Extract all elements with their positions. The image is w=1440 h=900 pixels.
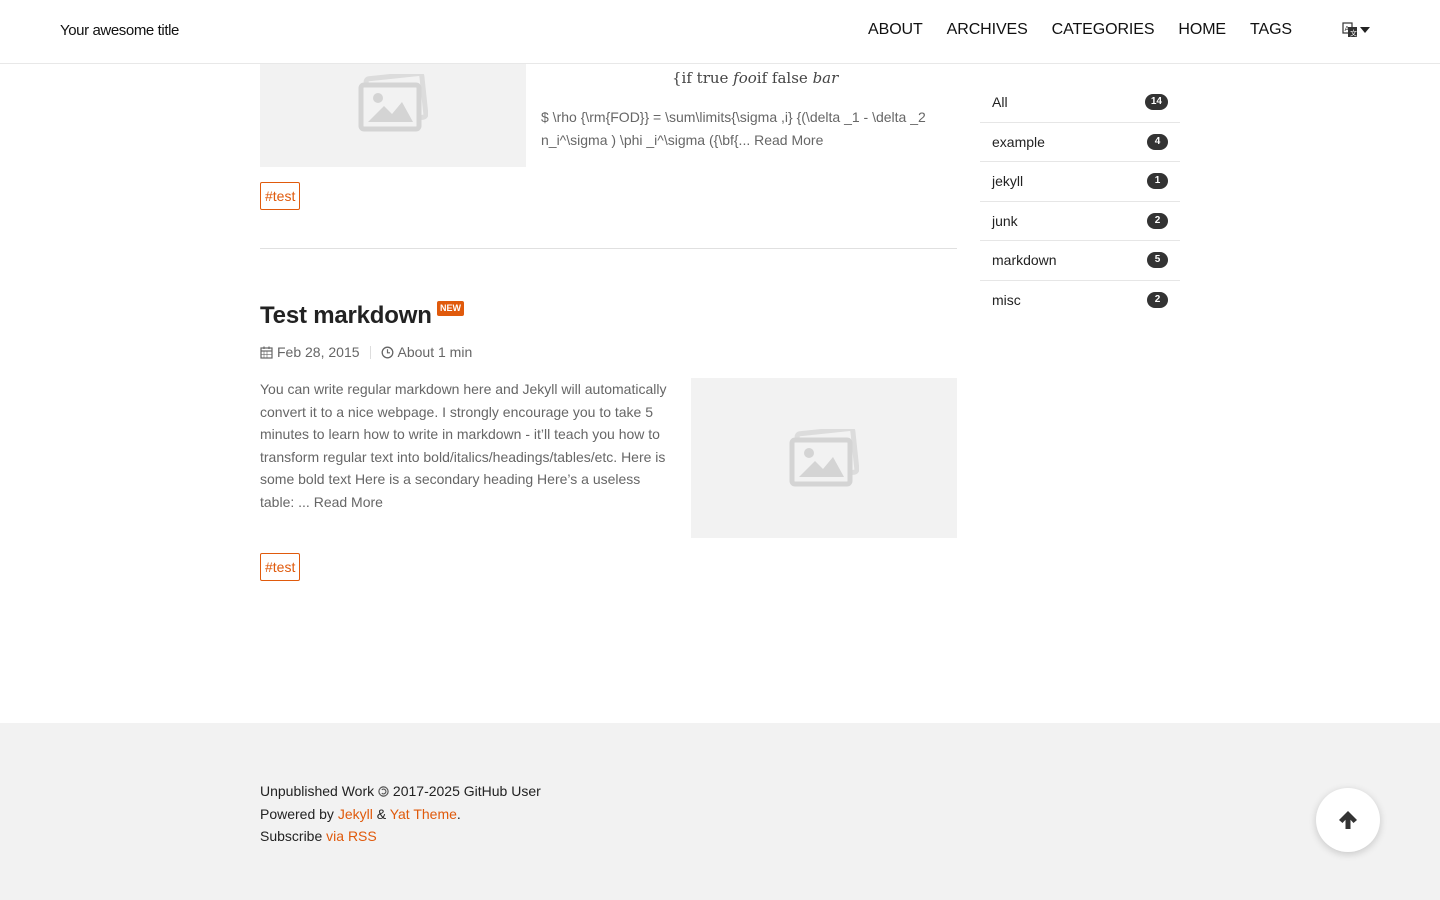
category-item-jekyll[interactable]: jekyll 1 <box>980 162 1180 202</box>
category-item-all[interactable]: All 14 <box>980 83 1180 123</box>
category-item-markdown[interactable]: markdown 5 <box>980 241 1180 281</box>
post-date: Feb 28, 2015 <box>277 344 360 360</box>
translate-icon: A 文 <box>1342 22 1357 38</box>
site-footer: Unpublished Work 2017-2025 GitHub User P… <box>0 723 1440 900</box>
powered-by-line: Powered by Jekyll & Yat Theme. <box>260 805 461 822</box>
category-name: jekyll <box>992 173 1024 190</box>
svg-text:A: A <box>1345 25 1350 33</box>
footer-text: Unpublished Work 2017-2025 GitHub User P… <box>260 780 541 848</box>
tag-test[interactable]: #test <box>260 182 301 210</box>
read-more-link[interactable]: Read More <box>754 132 823 148</box>
subscribe-line: Subscribe via RSS <box>260 828 377 844</box>
category-count-badge: 2 <box>1147 292 1168 309</box>
tag-test[interactable]: #test <box>260 553 301 581</box>
category-item-example[interactable]: example 4 <box>980 123 1180 162</box>
caret-down-icon <box>1360 27 1370 33</box>
read-time: About 1 min <box>397 344 473 360</box>
read-more-link[interactable]: Read More <box>314 494 383 510</box>
post-title[interactable]: Test markdown <box>260 302 432 330</box>
nav-about[interactable]: ABOUT <box>868 21 923 39</box>
site-title[interactable]: Your awesome title <box>60 22 179 39</box>
category-item-misc[interactable]: misc 2 <box>980 281 1180 321</box>
post-excerpt: $ \rho {\rm{FOD}} = \sum\limits{\sigma ,… <box>541 109 926 148</box>
category-name: junk <box>992 212 1018 229</box>
back-to-top-button[interactable] <box>1316 788 1380 852</box>
site-header: Your awesome title ABOUT ARCHIVES CATEGO… <box>0 0 1440 64</box>
copyleft-icon <box>378 786 389 797</box>
image-placeholder-icon <box>358 73 428 131</box>
jekyll-link[interactable]: Jekyll <box>338 806 373 822</box>
clock-icon <box>381 346 393 358</box>
rss-link[interactable]: via RSS <box>326 828 377 844</box>
category-name: example <box>992 133 1045 150</box>
category-count-badge: 5 <box>1147 252 1168 269</box>
arrow-up-icon <box>1339 811 1357 829</box>
category-count-badge: 4 <box>1147 133 1168 150</box>
category-name: misc <box>992 292 1021 309</box>
category-count-badge: 14 <box>1144 94 1168 111</box>
category-count-badge: 1 <box>1147 173 1168 190</box>
copyright-line: Unpublished Work 2017-2025 GitHub User <box>260 783 541 799</box>
image-placeholder-icon <box>789 429 859 487</box>
svg-text:文: 文 <box>1350 29 1357 38</box>
language-switcher[interactable]: A 文 <box>1342 22 1370 38</box>
category-item-junk[interactable]: junk 2 <box>980 202 1180 241</box>
nav-categories[interactable]: CATEGORIES <box>1052 21 1155 39</box>
post-divider <box>260 248 957 249</box>
new-badge: NEW <box>437 301 464 316</box>
nav-archives[interactable]: ARCHIVES <box>947 21 1028 39</box>
category-sidebar: All 14 example 4 jekyll 1 junk 2 markdow… <box>980 83 1180 320</box>
nav-tags[interactable]: TAGS <box>1250 21 1292 39</box>
post-excerpt: You can write regular markdown here and … <box>260 381 667 510</box>
meta-separator <box>369 345 371 359</box>
calendar-icon <box>260 346 273 359</box>
main-nav: ABOUT ARCHIVES CATEGORIES HOME TAGS <box>868 21 1292 39</box>
nav-home[interactable]: HOME <box>1178 21 1226 39</box>
category-count-badge: 2 <box>1147 212 1168 229</box>
category-name: All <box>992 94 1008 111</box>
category-name: markdown <box>992 252 1057 269</box>
math-rendered-line: {if true fooif false bar <box>672 69 839 87</box>
yat-theme-link[interactable]: Yat Theme <box>390 806 457 822</box>
post-meta: Feb 28, 2015 About 1 min <box>260 344 472 360</box>
post-thumbnail[interactable] <box>691 378 957 538</box>
